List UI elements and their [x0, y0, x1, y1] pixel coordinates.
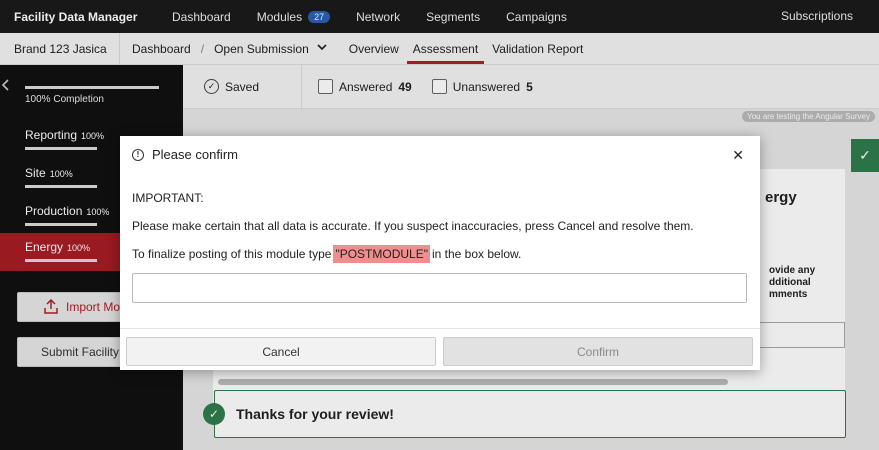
- dialog-title: ! Please confirm: [132, 147, 238, 162]
- confirm-button[interactable]: Confirm: [443, 337, 753, 366]
- accuracy-notice: Please make certain that all data is acc…: [132, 219, 694, 233]
- instructions-before: To finalize posting of this module type: [132, 247, 332, 261]
- close-icon[interactable]: ✕: [732, 147, 744, 164]
- important-label: IMPORTANT:: [132, 191, 204, 205]
- keyword-highlight: "POSTMODULE": [333, 245, 430, 263]
- info-icon: !: [132, 148, 144, 161]
- finalize-instructions: To finalize posting of this module type …: [132, 245, 521, 263]
- confirmation-input[interactable]: [132, 273, 747, 303]
- dialog-footer: Cancel Confirm: [120, 328, 760, 370]
- cancel-button[interactable]: Cancel: [126, 337, 436, 366]
- dialog-title-text: Please confirm: [152, 147, 238, 162]
- confirm-dialog: ! Please confirm ✕ IMPORTANT: Please mak…: [120, 136, 760, 370]
- instructions-after: in the box below.: [431, 247, 522, 261]
